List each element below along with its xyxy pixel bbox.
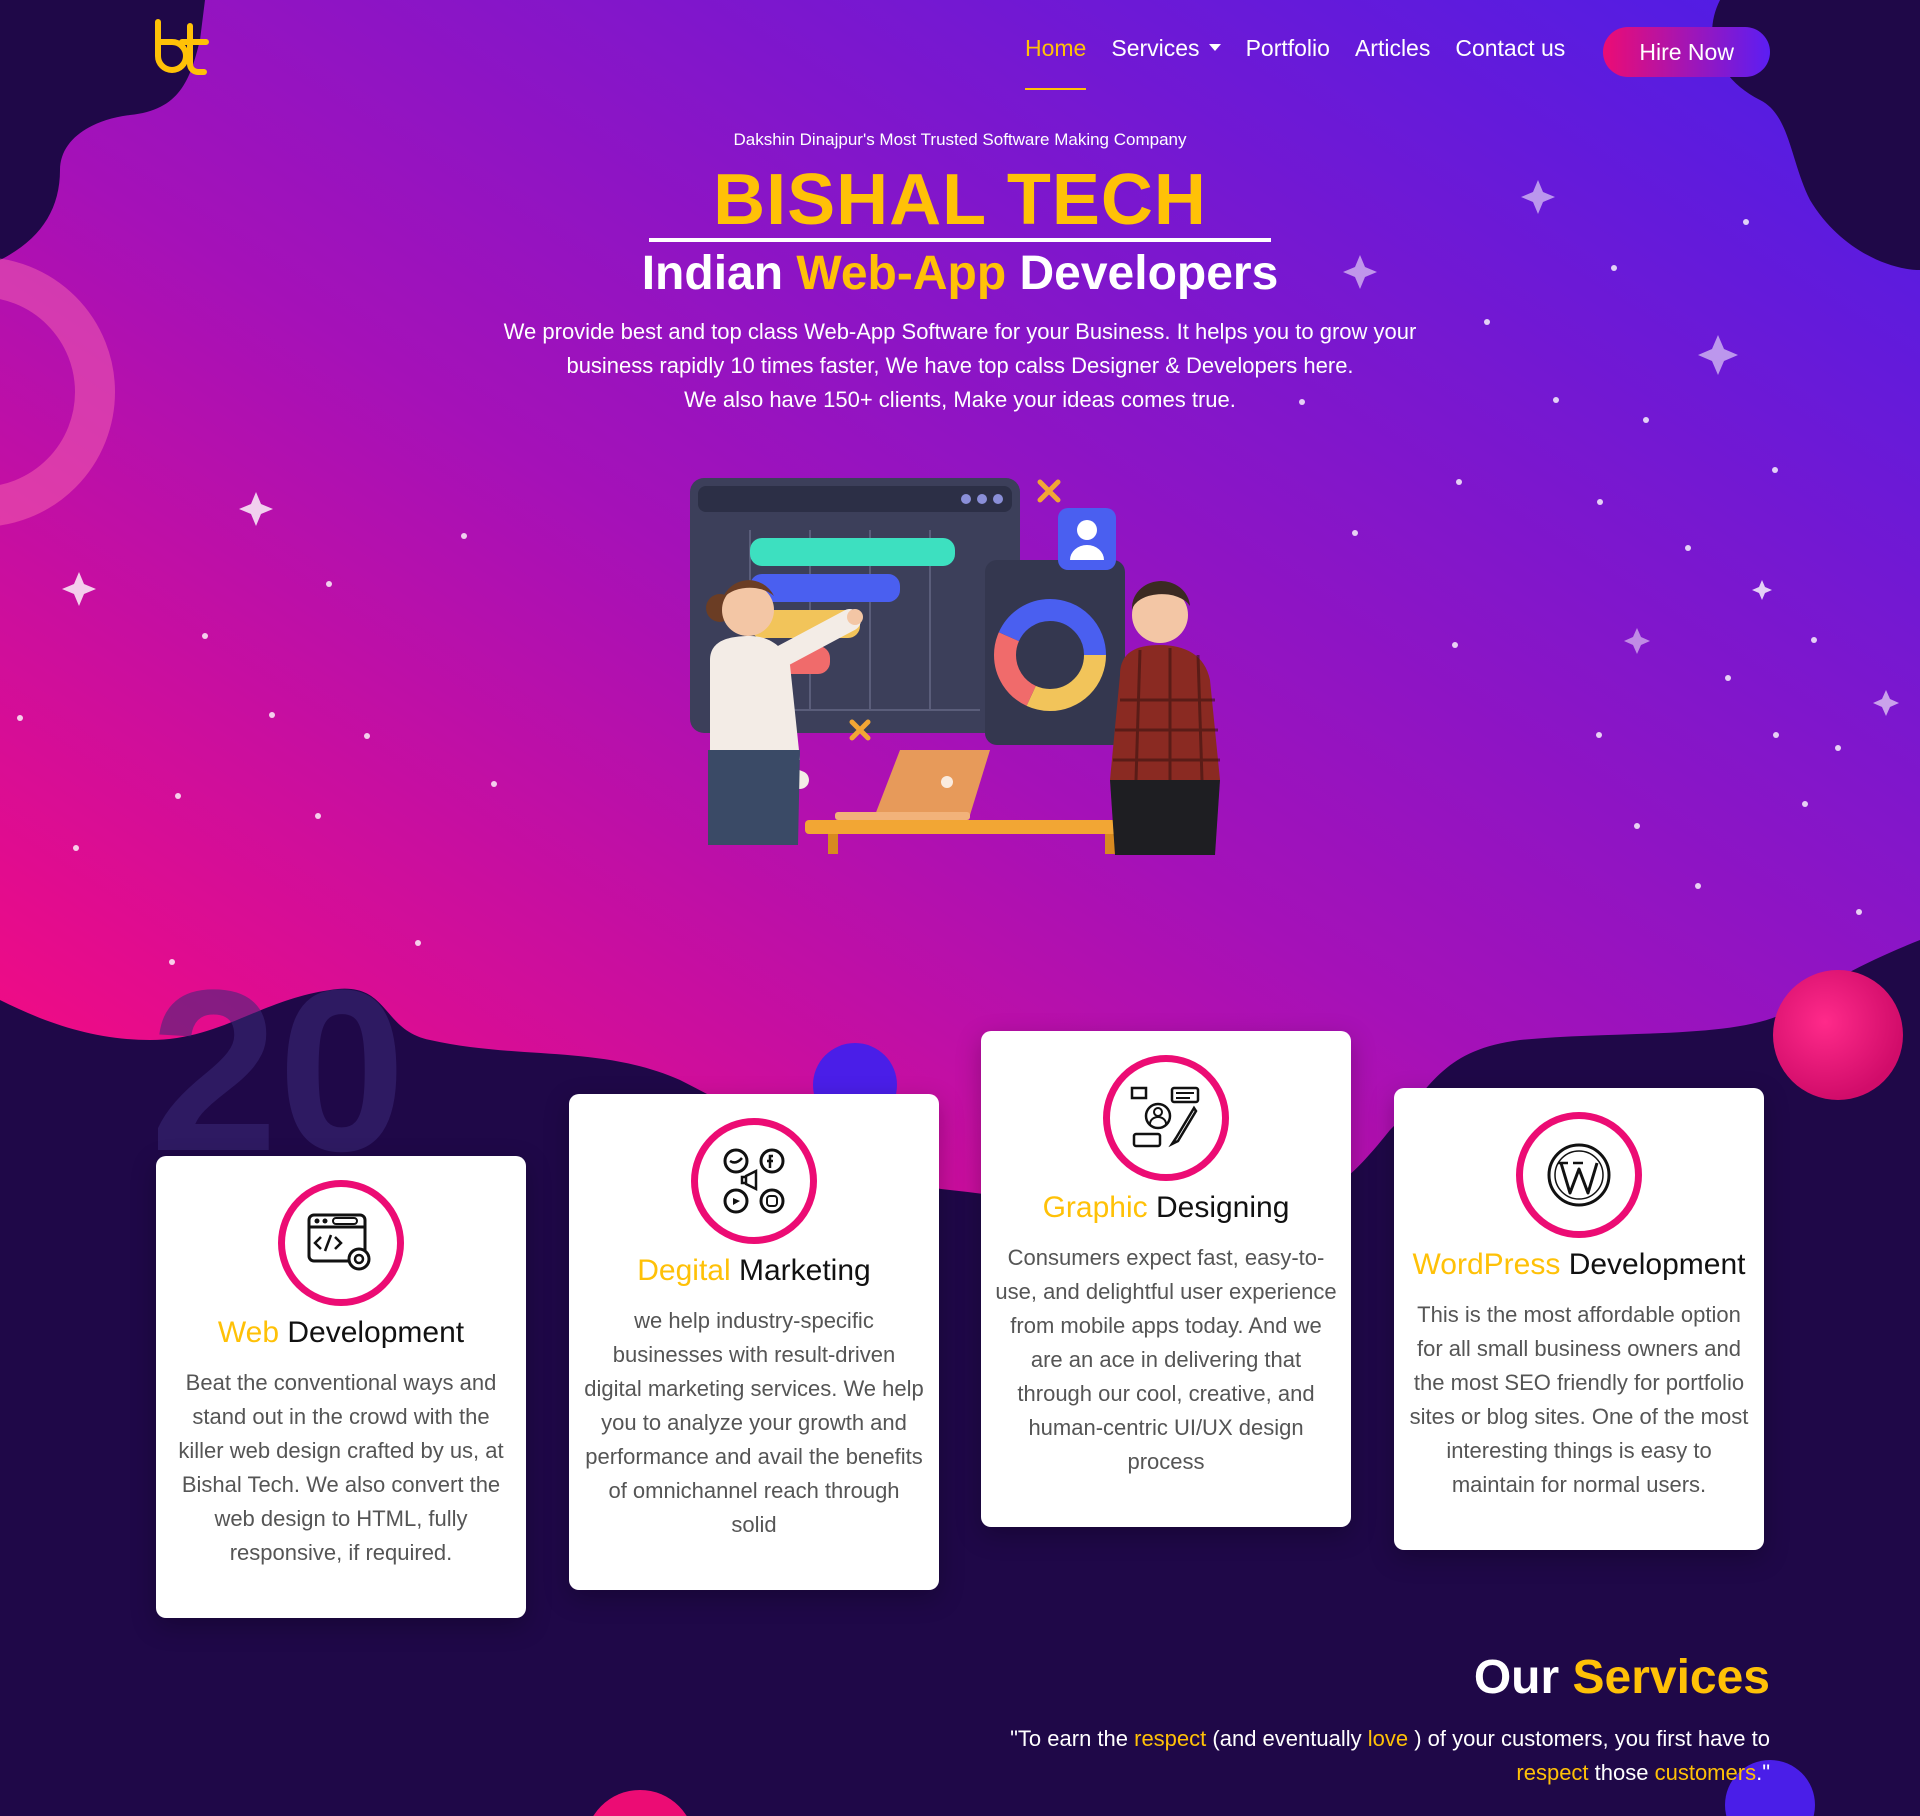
social-media-icon-ring	[691, 1118, 817, 1244]
hero-description-line-3: We also have 150+ clients, Make your ide…	[684, 387, 1236, 412]
card-title-highlight: Web	[217, 1316, 280, 1349]
services-heading: Our Services	[1474, 1650, 1770, 1705]
graphic-design-icon-ring	[1103, 1055, 1229, 1181]
code-window-gear-icon-ring	[278, 1180, 404, 1306]
page: 20 Home Services Portfolio Articles Cont…	[0, 0, 1920, 1816]
quote-part-g: those	[1588, 1760, 1655, 1785]
service-card-graphic[interactable]: Graphic Designing Consumers expect fast,…	[981, 1031, 1351, 1527]
graphic-design-icon	[1130, 1086, 1200, 1148]
quote-part-i: ."	[1756, 1760, 1770, 1785]
hire-now-button[interactable]: Hire Now	[1603, 27, 1770, 77]
quote-part-e: ) of your customers, you first have to	[1408, 1726, 1770, 1751]
card-title: Degital Marketing	[569, 1254, 939, 1288]
hero-description: We provide best and top class Web-App So…	[460, 315, 1460, 417]
hero-brand-title: BISHAL TECH	[713, 160, 1207, 240]
card-title-rest: Development	[1560, 1248, 1746, 1281]
card-title-rest: Marketing	[730, 1254, 871, 1287]
wordpress-icon-ring	[1516, 1112, 1642, 1238]
subtitle-highlight: Web-App	[796, 247, 1007, 300]
quote-part-b: respect	[1134, 1726, 1207, 1751]
brand-underline	[649, 238, 1271, 242]
card-text: Beat the conventional ways and stand out…	[178, 1370, 504, 1565]
card-text: Consumers expect fast, easy-to-use, and …	[995, 1245, 1337, 1474]
brand-logo[interactable]	[150, 18, 212, 78]
card-title-rest: Development	[279, 1316, 465, 1349]
nav-portfolio-label: Portfolio	[1245, 35, 1330, 61]
nav-articles-label: Articles	[1354, 35, 1431, 61]
quote-part-d: love	[1367, 1726, 1409, 1751]
chevron-down-icon	[1208, 44, 1221, 52]
card-title-highlight: Degital	[637, 1254, 731, 1287]
services-heading-pre: Our	[1473, 1651, 1573, 1704]
hero-subtitle: Indian Web-App Developers	[0, 243, 1920, 305]
subtitle-pre: Indian	[641, 247, 797, 300]
hero-tagline: Dakshin Dinajpur's Most Trusted Software…	[733, 130, 1187, 149]
hero-description-line-2: business rapidly 10 times faster, We hav…	[566, 353, 1354, 378]
nav-contact[interactable]: Contact us	[1455, 22, 1565, 82]
nav-home[interactable]: Home	[1025, 22, 1087, 90]
card-text: This is the most affordable option for a…	[1409, 1302, 1749, 1497]
service-card-wordpress[interactable]: WordPress Development This is the most a…	[1394, 1088, 1764, 1550]
code-window-gear-icon	[307, 1213, 371, 1271]
quote-part-c: (and eventually	[1206, 1726, 1368, 1751]
subtitle-post: Developers	[1006, 247, 1279, 300]
nav-services-label: Services	[1111, 35, 1200, 61]
services-quote: "To earn the respect (and eventually lov…	[870, 1722, 1770, 1790]
nav-articles[interactable]: Articles	[1355, 22, 1430, 82]
nav-portfolio[interactable]: Portfolio	[1246, 22, 1330, 82]
quote-part-f: respect	[1516, 1760, 1589, 1785]
card-title: Web Development	[156, 1316, 526, 1350]
service-card-web[interactable]: Web Development Beat the conventional wa…	[156, 1156, 526, 1618]
card-title-highlight: Graphic	[1042, 1191, 1148, 1224]
services-heading-highlight: Services	[1572, 1651, 1770, 1704]
quote-part-a: "To earn the	[1010, 1726, 1135, 1751]
main-nav: Home Services Portfolio Articles Contact…	[1000, 22, 1770, 90]
card-text: we help industry-specific businesses wit…	[584, 1308, 924, 1537]
card-title-rest: Designing	[1147, 1191, 1290, 1224]
wordpress-icon	[1547, 1143, 1611, 1207]
card-title: Graphic Designing	[981, 1191, 1351, 1225]
service-card-marketing[interactable]: Degital Marketing we help industry-speci…	[569, 1094, 939, 1590]
card-title: WordPress Development	[1394, 1248, 1764, 1282]
nav-home-label: Home	[1025, 35, 1087, 61]
quote-part-h: customers	[1654, 1760, 1757, 1785]
hero-illustration	[690, 478, 1220, 855]
hero-description-line-1: We provide best and top class Web-App So…	[503, 319, 1417, 344]
nav-contact-label: Contact us	[1455, 35, 1566, 61]
nav-services[interactable]: Services	[1111, 22, 1221, 82]
social-media-icon	[723, 1148, 785, 1214]
card-title-highlight: WordPress	[1412, 1248, 1561, 1281]
